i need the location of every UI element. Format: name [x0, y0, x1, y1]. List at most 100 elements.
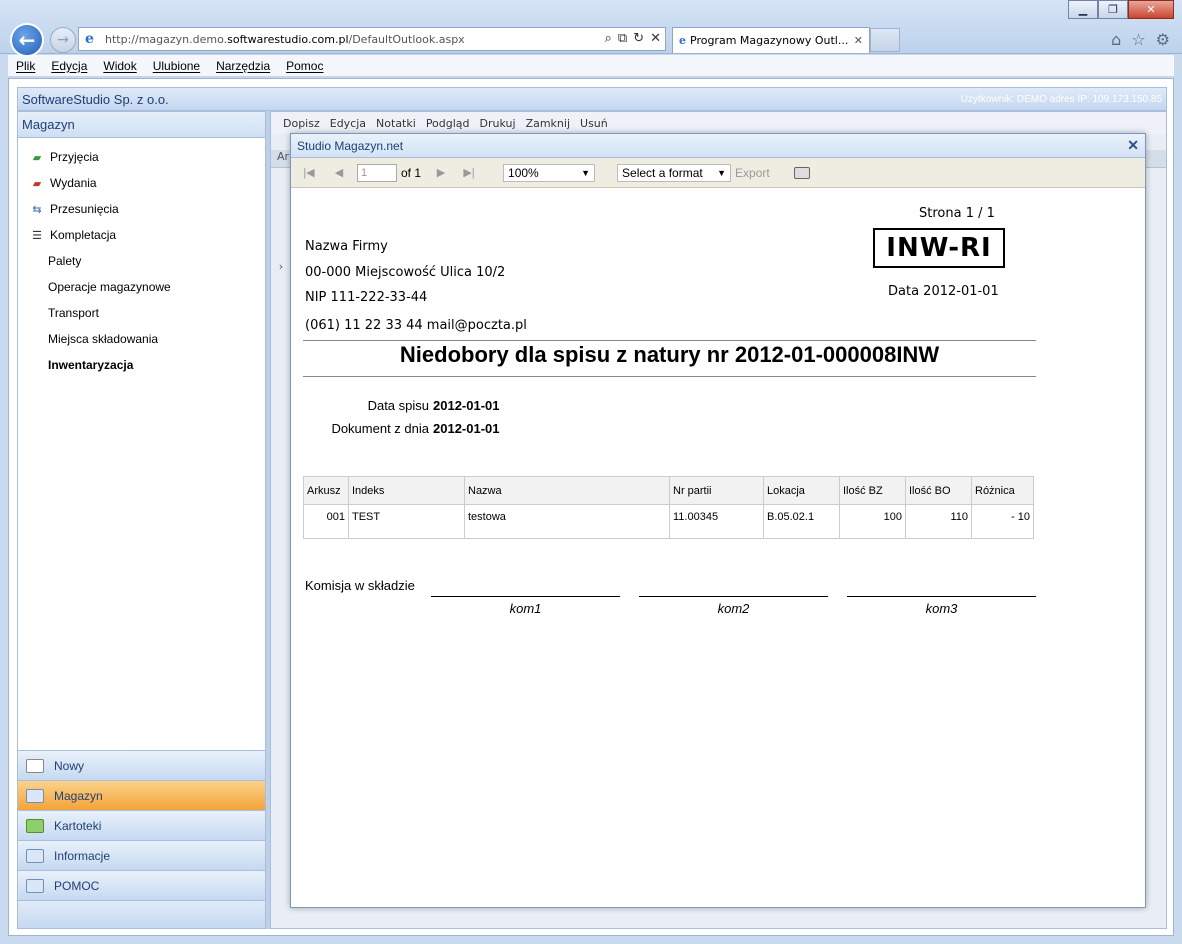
export-link[interactable]: Export [735, 166, 770, 180]
sidebar-item-transport[interactable]: Transport [18, 300, 265, 326]
col-nr-partii: Nr partii [669, 476, 764, 505]
sidebar-item-kompletacja[interactable]: ☰ Kompletacja [18, 222, 265, 248]
maximize-button[interactable]: ❐ [1098, 0, 1128, 19]
compat-view-icon[interactable]: ⧉ [618, 31, 627, 46]
menu-pomoc[interactable]: Pomoc [278, 59, 331, 73]
col-lokacja: Lokacja [763, 476, 840, 505]
sidebar-item-palety[interactable]: Palety [18, 248, 265, 274]
col-nazwa: Nazwa [464, 476, 670, 505]
last-page-icon[interactable]: ▶| [461, 166, 477, 179]
tab-close-icon[interactable]: ✕ [854, 34, 863, 47]
company-contact: (061) 11 22 33 44 mail@poczta.pl [305, 317, 527, 333]
sidebar-item-inwentaryzacja[interactable]: Inwentaryzacja [18, 352, 265, 378]
sidebar-item-label: Wydania [50, 176, 97, 190]
company-address: 00-000 Miejscowość Ulica 10/2 [305, 264, 506, 280]
first-page-icon[interactable]: |◀ [301, 166, 317, 179]
format-select[interactable]: Select a format ▼ [617, 163, 732, 182]
transfer-icon: ⇆ [32, 203, 42, 216]
company-block: Nazwa Firmy 00-000 Miejscowość Ulica 10/… [305, 234, 527, 338]
toolbar-notatki[interactable]: Notatki [376, 117, 416, 130]
cell-lokacja: B.05.02.1 [763, 504, 840, 539]
browser-right-icons: ⌂ ☆ ⚙ [1111, 30, 1170, 49]
stop-icon[interactable]: ✕ [650, 31, 661, 46]
page-number-input[interactable]: 1 [357, 163, 397, 182]
dokument-label: Dokument z dnia [331, 421, 429, 436]
cell-ilosc-bz: 100 [839, 504, 906, 539]
expand-arrow-icon[interactable]: › [273, 256, 289, 276]
modal-close-icon[interactable]: ✕ [1127, 137, 1139, 154]
back-button[interactable]: ← [10, 23, 44, 57]
receipt-icon: ▰ [32, 151, 42, 164]
report-title: Niedobory dla spisu z natury nr 2012-01-… [399, 342, 940, 367]
dokument-row: Dokument z dnia 2012-01-01 [301, 421, 499, 436]
toolbar-zamknij[interactable]: Zamknij [526, 117, 570, 130]
cell-roznica: - 10 [971, 504, 1034, 539]
toolbar-drukuj[interactable]: Drukuj [480, 117, 516, 130]
sidebar-item-operacje[interactable]: Operacje magazynowe [18, 274, 265, 300]
nav-button-pomoc[interactable]: POMOC [18, 870, 265, 900]
cell-arkusz: 001 [303, 504, 349, 539]
refresh-icon[interactable]: ↻ [633, 31, 644, 46]
minimize-button[interactable]: ▁ [1068, 0, 1098, 19]
forward-button[interactable]: → [50, 27, 76, 53]
new-tab-button[interactable] [870, 28, 900, 52]
nav-button-kartoteki[interactable]: Kartoteki [18, 810, 265, 840]
address-bar[interactable]: e http://magazyn.demo. softwarestudio.com… [78, 27, 666, 51]
window-controls: ▁ ❐ ✕ [1068, 0, 1174, 19]
zoom-value: 100% [508, 165, 539, 180]
close-window-button[interactable]: ✕ [1128, 0, 1174, 19]
toolbar-usun[interactable]: Usuń [580, 117, 608, 130]
menu-plik[interactable]: Plik [8, 59, 43, 73]
back-arrow-icon: ← [18, 28, 36, 52]
search-icon[interactable]: ⌕ [605, 31, 612, 46]
home-icon[interactable]: ⌂ [1111, 30, 1121, 49]
toolbar-podglad[interactable]: Podgląd [426, 117, 470, 130]
favorites-star-icon[interactable]: ☆ [1131, 30, 1145, 49]
sidebar-item-przesuniecia[interactable]: ⇆ Przesunięcia [18, 196, 265, 222]
nav-button-label: Magazyn [54, 788, 103, 803]
address-host: softwarestudio.com.pl [227, 32, 349, 46]
prev-page-icon[interactable]: ◀ [331, 166, 347, 179]
company-nip: NIP 111-222-33-44 [305, 290, 428, 305]
sidebar-header: Magazyn [18, 112, 265, 138]
report-page-number: Strona 1 / 1 [919, 206, 995, 221]
toolbar-dopisz[interactable]: Dopisz [283, 117, 320, 130]
browser-tab[interactable]: e Program Magazynowy Outl... ✕ [672, 27, 870, 53]
sidebar-footer [18, 900, 265, 928]
report-viewer-toolbar: |◀ ◀ 1 of 1 ▶ ▶| 100% ▼ Select a format … [291, 158, 1145, 188]
sidebar-item-wydania[interactable]: ▰ Wydania [18, 170, 265, 196]
toolbar-edycja[interactable]: Edycja [330, 117, 366, 130]
menu-edycja[interactable]: Edycja [43, 59, 95, 73]
sidebar-item-label: Kompletacja [50, 228, 117, 242]
main-toolbar: Dopisz Edycja Notatki Podgląd Drukuj Zam… [271, 112, 1166, 134]
sidebar-item-miejsca[interactable]: Miejsca składowania [18, 326, 265, 352]
document-code: INW-RI [873, 228, 1005, 268]
nav-button-label: POMOC [54, 878, 100, 893]
table-header-row: Arkusz Indeks Nazwa Nr partii Lokacja Il… [303, 476, 1034, 505]
ie-icon: e [85, 31, 94, 47]
nav-button-informacje[interactable]: Informacje [18, 840, 265, 870]
nav-button-magazyn[interactable]: Magazyn [18, 780, 265, 810]
menu-widok[interactable]: Widok [95, 59, 144, 73]
menu-narzedzia[interactable]: Narzędzia [208, 59, 278, 73]
sidebar-item-przyjecia[interactable]: ▰ Przyjęcia [18, 144, 265, 170]
menu-ulubione[interactable]: Ulubione [145, 59, 208, 73]
items-table: Arkusz Indeks Nazwa Nr partii Lokacja Il… [303, 476, 1034, 539]
nav-button-nowy[interactable]: Nowy [18, 750, 265, 780]
address-tools: ⌕ ⧉ ↻ ✕ [605, 31, 661, 46]
signature-kom3: kom3 [847, 596, 1036, 616]
col-roznica: Różnica [971, 476, 1034, 505]
title-rule-top [303, 340, 1036, 341]
next-page-icon[interactable]: ▶ [433, 166, 449, 179]
folder-icon [26, 788, 44, 803]
report-page: Strona 1 / 1 Nazwa Firmy 00-000 Miejscow… [291, 190, 1145, 908]
gear-icon[interactable]: ⚙ [1156, 30, 1170, 49]
nav-button-label: Informacje [54, 848, 111, 863]
app-header: SoftwareStudio Sp. z o.o. Użytkownik: DE… [17, 87, 1167, 111]
zoom-select[interactable]: 100% ▼ [503, 163, 596, 182]
browser-menubar: Plik Edycja Widok Ulubione Narzędzia Pom… [8, 55, 1174, 77]
print-icon[interactable] [793, 166, 810, 179]
app-title: SoftwareStudio Sp. z o.o. [22, 91, 169, 107]
page-count: of 1 [401, 165, 422, 180]
browser-titlebar: ▁ ❐ ✕ ← → e http://magazyn.demo. software… [0, 0, 1182, 57]
